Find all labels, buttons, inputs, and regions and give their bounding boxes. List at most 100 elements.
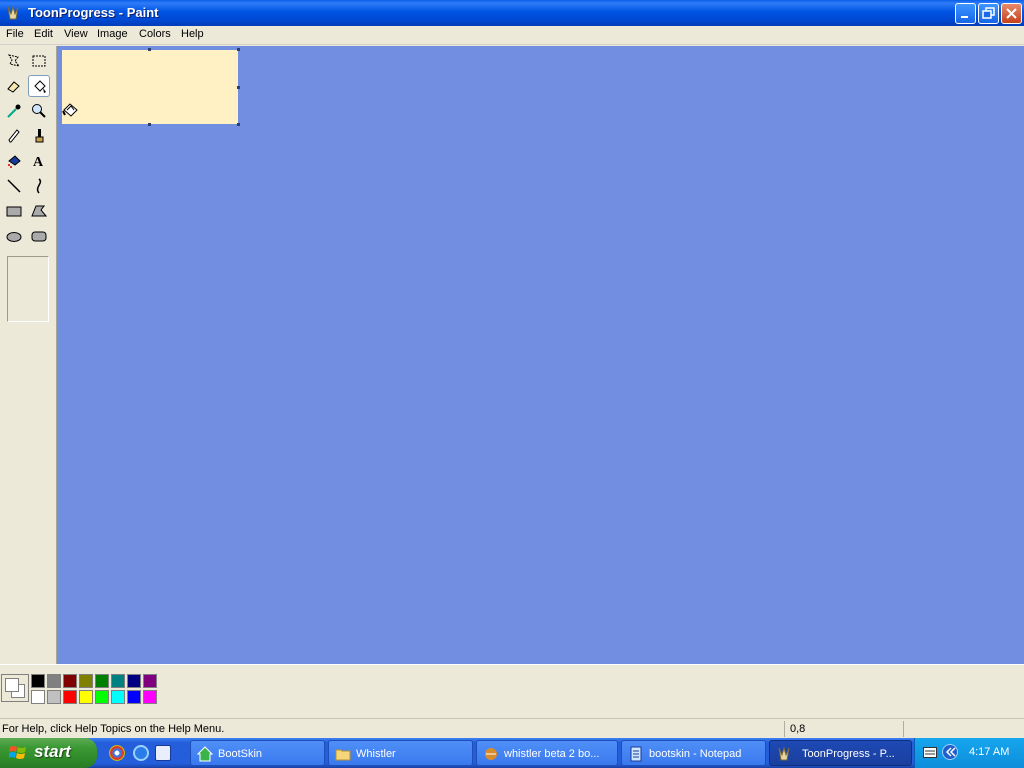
palette-color-swatch[interactable] bbox=[31, 690, 45, 704]
select-icon bbox=[32, 55, 46, 67]
ellipse-tool[interactable] bbox=[3, 225, 25, 247]
text-tool[interactable]: A bbox=[28, 150, 50, 172]
palette-color-swatch[interactable] bbox=[95, 674, 109, 688]
palette-color-swatch[interactable] bbox=[127, 674, 141, 688]
task-notepad[interactable]: bootskin - Notepad bbox=[621, 740, 766, 766]
magnifier-icon bbox=[32, 104, 46, 118]
clock[interactable]: 4:17 AM bbox=[969, 746, 1009, 758]
canvas-resize-handle-right[interactable] bbox=[237, 86, 240, 89]
rectangle-tool[interactable] bbox=[3, 200, 25, 222]
eyedropper-icon bbox=[7, 104, 21, 118]
canvas-resize-handle-top[interactable] bbox=[148, 48, 151, 51]
close-button[interactable] bbox=[1001, 3, 1022, 24]
task-label: Whistler bbox=[356, 748, 396, 760]
status-coordinates: 0,8 bbox=[790, 723, 806, 735]
task-toonprogress-paint[interactable]: ToonProgress - P... bbox=[769, 740, 912, 766]
start-button[interactable]: start bbox=[0, 738, 97, 768]
paint-app-icon bbox=[7, 5, 19, 20]
palette-color-swatch[interactable] bbox=[63, 674, 77, 688]
palette-color-swatch[interactable] bbox=[95, 690, 109, 704]
title-bar[interactable]: ToonProgress - Paint bbox=[0, 0, 1024, 26]
minimize-button[interactable] bbox=[955, 3, 976, 24]
color-box bbox=[0, 664, 1024, 714]
palette-color-swatch[interactable] bbox=[47, 674, 61, 688]
palette-color-swatch[interactable] bbox=[111, 690, 125, 704]
palette-color-swatch[interactable] bbox=[31, 674, 45, 688]
palette-color-swatch[interactable] bbox=[47, 690, 61, 704]
chrome-quicklaunch-icon[interactable] bbox=[109, 745, 125, 761]
taskbar: start BootSkin Whistler whistler beta 2 … bbox=[0, 738, 1024, 768]
brush-icon bbox=[35, 129, 44, 143]
menu-bar: File Edit View Image Colors Help bbox=[0, 26, 1024, 45]
internet-explorer-quicklaunch-icon[interactable] bbox=[133, 745, 149, 761]
close-icon bbox=[1006, 8, 1017, 19]
eraser-tool[interactable] bbox=[3, 75, 25, 97]
palette-color-swatch[interactable] bbox=[127, 690, 141, 704]
pencil-icon bbox=[8, 129, 20, 143]
magnifier-tool[interactable] bbox=[28, 100, 50, 122]
start-label: start bbox=[34, 742, 71, 761]
task-whistler-beta[interactable]: whistler beta 2 bo... bbox=[476, 740, 618, 766]
task-label: ToonProgress - P... bbox=[802, 748, 895, 760]
text-icon: A bbox=[33, 155, 44, 169]
free-form-select-tool[interactable] bbox=[3, 50, 25, 72]
select-tool[interactable] bbox=[28, 50, 50, 72]
pencil-tool[interactable] bbox=[3, 125, 25, 147]
palette-color-swatch[interactable] bbox=[79, 674, 93, 688]
polygon-icon bbox=[31, 205, 47, 217]
toolbox: A bbox=[0, 46, 57, 664]
palette-color-swatch[interactable] bbox=[143, 690, 157, 704]
task-label: bootskin - Notepad bbox=[649, 748, 742, 760]
palette-color-swatch[interactable] bbox=[79, 690, 93, 704]
folder-icon bbox=[335, 749, 351, 761]
menu-help[interactable]: Help bbox=[180, 28, 205, 40]
chevron-left-icon bbox=[945, 747, 956, 757]
menu-image[interactable]: Image bbox=[96, 28, 129, 40]
free-form-select-icon bbox=[7, 54, 21, 67]
rounded-rectangle-icon bbox=[31, 231, 47, 242]
task-whistler[interactable]: Whistler bbox=[328, 740, 473, 766]
paint-bucket-cursor-icon bbox=[62, 103, 78, 117]
pick-color-tool[interactable] bbox=[3, 100, 25, 122]
tool-options-box[interactable] bbox=[7, 256, 49, 322]
system-tray: 4:17 AM bbox=[914, 738, 1024, 768]
menu-view[interactable]: View bbox=[63, 28, 89, 40]
status-separator bbox=[784, 721, 785, 737]
ellipse-icon bbox=[6, 232, 22, 242]
airbrush-tool[interactable] bbox=[3, 150, 25, 172]
menu-colors[interactable]: Colors bbox=[138, 28, 172, 40]
airbrush-icon bbox=[8, 155, 21, 168]
curve-icon bbox=[36, 178, 42, 194]
menu-file[interactable]: File bbox=[5, 28, 25, 40]
current-colors[interactable] bbox=[1, 674, 29, 702]
paint-bucket-icon bbox=[34, 80, 46, 93]
fill-with-color-tool[interactable] bbox=[28, 75, 50, 97]
show-hidden-icons-button[interactable] bbox=[942, 744, 958, 760]
line-icon bbox=[7, 179, 21, 193]
browser-quicklaunch-icon[interactable] bbox=[155, 745, 171, 761]
status-separator bbox=[903, 721, 904, 737]
curve-tool[interactable] bbox=[28, 175, 50, 197]
canvas-resize-handle-bottom[interactable] bbox=[148, 123, 151, 126]
eraser-icon bbox=[7, 81, 20, 93]
canvas-resize-handle-bottom-right[interactable] bbox=[237, 123, 240, 126]
task-label: whistler beta 2 bo... bbox=[504, 748, 600, 760]
task-label: BootSkin bbox=[218, 748, 263, 760]
window-title: ToonProgress - Paint bbox=[28, 5, 159, 20]
line-tool[interactable] bbox=[3, 175, 25, 197]
palette-color-swatch[interactable] bbox=[111, 674, 125, 688]
menu-edit[interactable]: Edit bbox=[33, 28, 54, 40]
brush-tool[interactable] bbox=[28, 125, 50, 147]
rounded-rectangle-tool[interactable] bbox=[28, 225, 50, 247]
polygon-tool[interactable] bbox=[28, 200, 50, 222]
foreground-color-swatch bbox=[5, 678, 19, 692]
palette-color-swatch[interactable] bbox=[63, 690, 77, 704]
task-bootskin[interactable]: BootSkin bbox=[190, 740, 325, 766]
restore-button[interactable] bbox=[978, 3, 999, 24]
minimize-icon bbox=[961, 16, 968, 18]
drawing-canvas[interactable] bbox=[62, 50, 238, 124]
keyboard-icon[interactable] bbox=[923, 747, 937, 758]
canvas-resize-handle-top-right[interactable] bbox=[237, 48, 240, 51]
browser-icon bbox=[485, 748, 497, 760]
palette-color-swatch[interactable] bbox=[143, 674, 157, 688]
